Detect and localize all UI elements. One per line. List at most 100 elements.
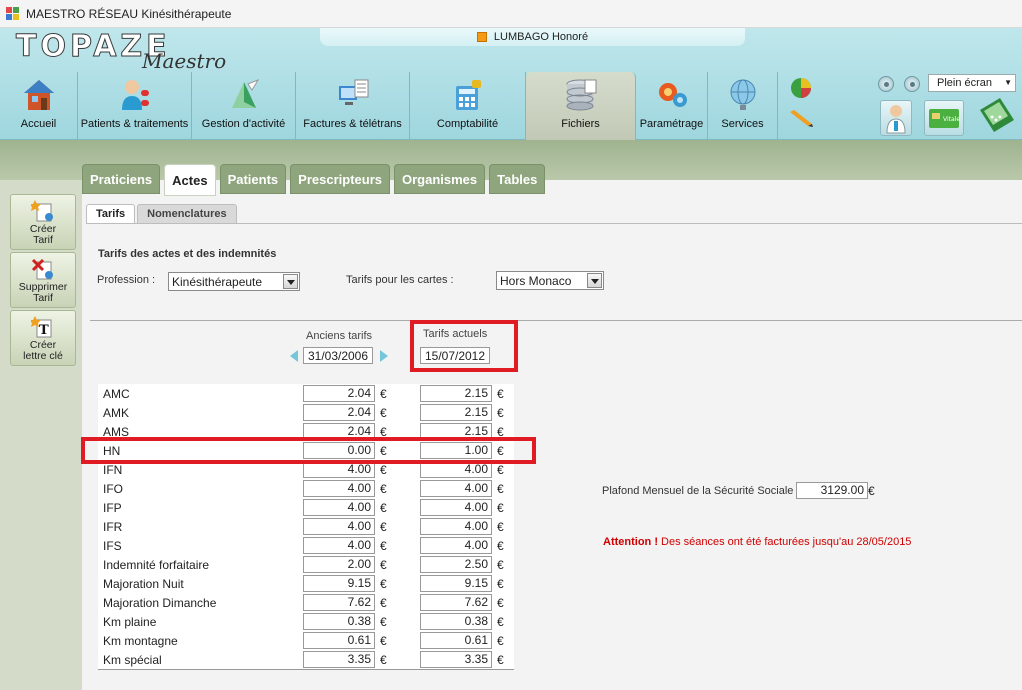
hn-row-highlight bbox=[81, 437, 536, 464]
tab-patients[interactable]: Patients bbox=[219, 164, 287, 194]
app-icon bbox=[6, 6, 20, 21]
tarif-table: AMC 2.04 €2.15 € AMK 2.04 €2.15 € AMS 2.04 €2.15 € H… bbox=[98, 384, 514, 670]
nav-patients[interactable]: Patients & traitements bbox=[78, 72, 192, 140]
currency-symbol: € bbox=[380, 558, 387, 572]
currency-symbol: € bbox=[380, 463, 387, 477]
next-icon[interactable] bbox=[904, 76, 920, 92]
currency-symbol: € bbox=[497, 482, 504, 496]
chart-icon[interactable] bbox=[788, 76, 814, 100]
table-row: Km montagne 0.61 €0.61 € bbox=[98, 631, 514, 650]
current-tarif-input[interactable]: 3.35 bbox=[420, 651, 492, 668]
nav-label: Accueil bbox=[20, 118, 57, 130]
next-date-icon[interactable] bbox=[378, 349, 390, 363]
logo-sub-text: Maestro bbox=[142, 49, 227, 73]
table-row: IFO 4.00 €4.00 € bbox=[98, 479, 514, 498]
nav-parametrage[interactable]: Paramétrage bbox=[636, 72, 708, 140]
old-tarif-input[interactable]: 0.61 bbox=[303, 632, 375, 649]
current-tarif-input[interactable]: 7.62 bbox=[420, 594, 492, 611]
create-lettre-cle-label-2: lettre clé bbox=[23, 350, 63, 362]
card-reader-icon[interactable] bbox=[974, 96, 1016, 136]
patient-color-swatch bbox=[476, 32, 487, 42]
previous-date-icon[interactable] bbox=[288, 349, 300, 363]
create-lettre-cle-button[interactable]: T Créer lettre clé bbox=[10, 310, 76, 366]
globe-icon bbox=[727, 78, 759, 112]
old-tarif-input[interactable]: 3.35 bbox=[303, 651, 375, 668]
current-tarif-input[interactable]: 0.61 bbox=[420, 632, 492, 649]
attention-message: Attention ! Des séances ont été facturée… bbox=[603, 536, 911, 548]
subtab-divider bbox=[86, 223, 1022, 224]
table-row: IFS 4.00 €4.00 € bbox=[98, 536, 514, 555]
current-tarif-input[interactable]: 4.00 bbox=[420, 537, 492, 554]
old-tarif-input[interactable]: 2.04 bbox=[303, 385, 375, 402]
tab-tables[interactable]: Tables bbox=[489, 164, 546, 194]
cards-select[interactable]: Hors Monaco bbox=[496, 271, 604, 290]
act-code: AMK bbox=[103, 406, 130, 420]
old-tarif-input[interactable]: 0.38 bbox=[303, 613, 375, 630]
act-code: IFO bbox=[103, 482, 123, 496]
current-tarif-input[interactable]: 4.00 bbox=[420, 480, 492, 497]
window-title: MAESTRO RÉSEAU Kinésithérapeute bbox=[26, 6, 232, 21]
currency-symbol: € bbox=[497, 634, 504, 648]
previous-icon[interactable] bbox=[878, 76, 894, 92]
cards-label: Tarifs pour les cartes : bbox=[346, 274, 454, 286]
current-tarif-input[interactable]: 9.15 bbox=[420, 575, 492, 592]
current-tarif-input[interactable]: 4.00 bbox=[420, 518, 492, 535]
nav-factures[interactable]: Factures & télétrans bbox=[296, 72, 410, 140]
delete-tarif-button[interactable]: Supprimer Tarif bbox=[10, 252, 76, 308]
old-tarif-input[interactable]: 4.00 bbox=[303, 499, 375, 516]
patient-icon bbox=[119, 78, 151, 112]
subtab-nomenclatures[interactable]: Nomenclatures bbox=[137, 204, 237, 224]
tab-prescripteurs[interactable]: Prescripteurs bbox=[290, 164, 390, 194]
currency-symbol: € bbox=[868, 484, 875, 498]
current-tarif-input[interactable]: 2.15 bbox=[420, 385, 492, 402]
attention-strong: Attention ! bbox=[603, 536, 658, 548]
nav-accueil[interactable]: Accueil bbox=[0, 72, 78, 140]
chevron-down-icon[interactable] bbox=[587, 273, 602, 288]
nav-comptabilite[interactable]: Comptabilité bbox=[410, 72, 526, 140]
currency-symbol: € bbox=[380, 501, 387, 515]
currency-symbol: € bbox=[380, 596, 387, 610]
old-tarif-input[interactable]: 7.62 bbox=[303, 594, 375, 611]
topaze-logo: TOPAZE Maestro bbox=[14, 29, 227, 75]
tab-actes[interactable]: Actes bbox=[164, 164, 216, 196]
current-patient-bar[interactable]: LUMBAGO Honoré bbox=[320, 28, 745, 46]
window-titlebar: MAESTRO RÉSEAU Kinésithérapeute bbox=[0, 0, 1022, 28]
old-tarif-input[interactable]: 4.00 bbox=[303, 537, 375, 554]
old-tarif-input[interactable]: 4.00 bbox=[303, 518, 375, 535]
current-tarif-input[interactable]: 2.50 bbox=[420, 556, 492, 573]
cards-value: Hors Monaco bbox=[500, 273, 572, 288]
chevron-down-icon[interactable] bbox=[283, 274, 298, 289]
fullscreen-select[interactable]: Plein écran ▼ bbox=[928, 74, 1016, 92]
database-icon bbox=[565, 78, 597, 112]
current-tarif-input[interactable]: 2.15 bbox=[420, 404, 492, 421]
nav-services[interactable]: Services bbox=[708, 72, 778, 140]
current-tarif-input[interactable]: 0.38 bbox=[420, 613, 492, 630]
calculator-icon bbox=[452, 78, 484, 112]
current-tarif-input[interactable]: 4.00 bbox=[420, 499, 492, 516]
currency-symbol: € bbox=[497, 539, 504, 553]
nav-label: Fichiers bbox=[561, 118, 600, 130]
vitale-card-icon[interactable]: Vitale bbox=[924, 100, 964, 136]
tab-organismes[interactable]: Organismes bbox=[393, 164, 486, 194]
currency-symbol: € bbox=[380, 634, 387, 648]
tab-praticiens[interactable]: Praticiens bbox=[82, 164, 161, 194]
currency-symbol: € bbox=[497, 501, 504, 515]
nav-gestion-activite[interactable]: Gestion d'activité bbox=[192, 72, 296, 140]
currency-symbol: € bbox=[380, 615, 387, 629]
subtab-tarifs[interactable]: Tarifs bbox=[86, 204, 136, 224]
separator-line bbox=[90, 320, 1022, 321]
plafond-input[interactable]: 3129.00 bbox=[796, 482, 868, 499]
create-key-letter-icon: T bbox=[29, 316, 55, 338]
old-tarifs-date[interactable]: 31/03/2006 bbox=[303, 347, 373, 364]
current-patient-name: LUMBAGO Honoré bbox=[493, 31, 589, 43]
old-tarif-input[interactable]: 2.00 bbox=[303, 556, 375, 573]
old-tarif-input[interactable]: 4.00 bbox=[303, 480, 375, 497]
delete-tarif-label-2: Tarif bbox=[33, 292, 53, 304]
nav-fichiers[interactable]: Fichiers bbox=[526, 72, 636, 140]
old-tarif-input[interactable]: 9.15 bbox=[303, 575, 375, 592]
create-tarif-button[interactable]: Créer Tarif bbox=[10, 194, 76, 250]
old-tarif-input[interactable]: 2.04 bbox=[303, 404, 375, 421]
profession-select[interactable]: Kinésithérapeute bbox=[168, 272, 300, 291]
pencil-icon[interactable] bbox=[788, 108, 814, 128]
doctor-icon[interactable] bbox=[880, 100, 912, 136]
